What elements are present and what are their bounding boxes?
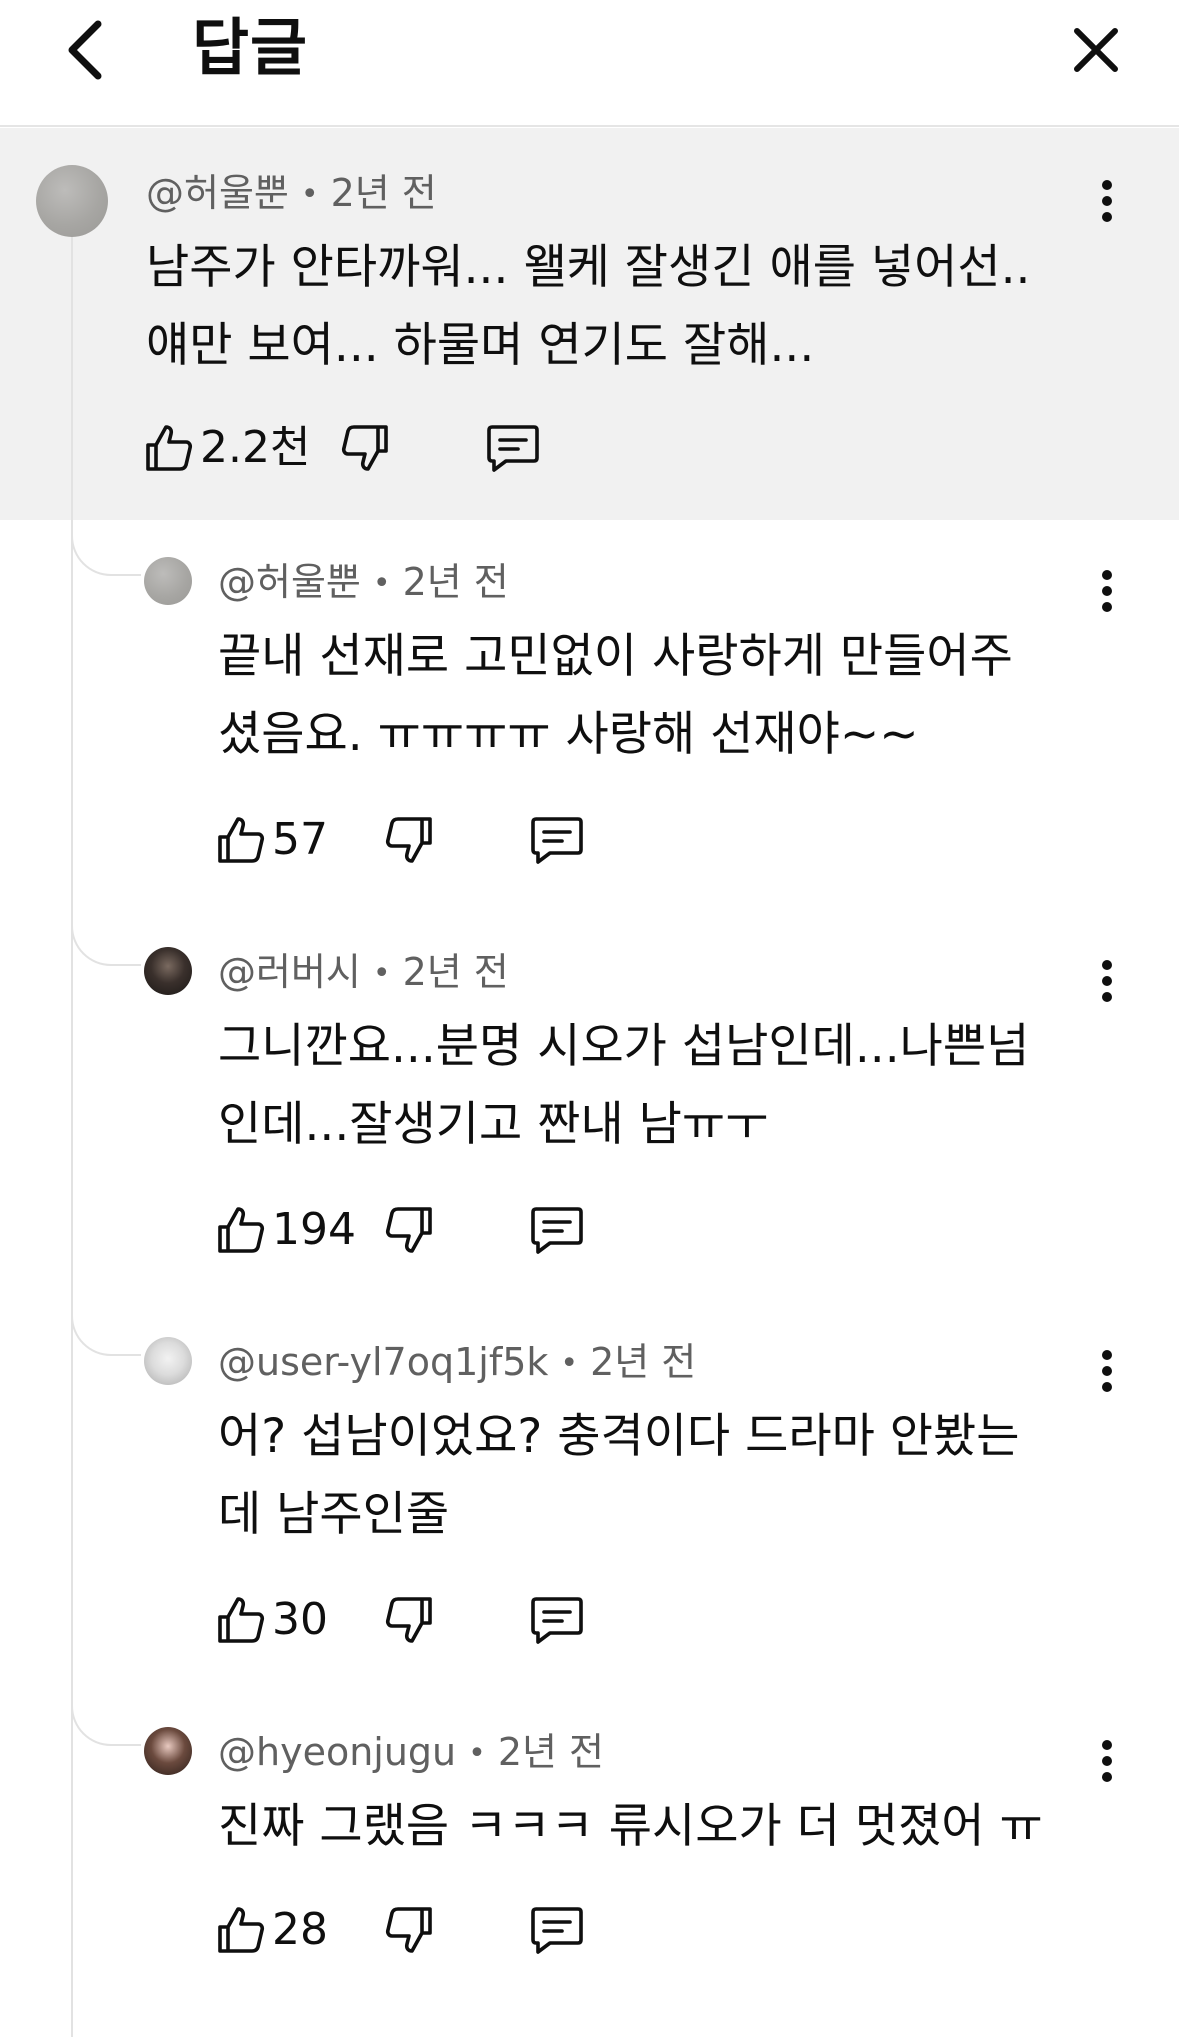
comment-actions: 2.2천 [144,418,744,478]
avatar[interactable] [144,1337,192,1385]
comment-time: 2년 전 [402,950,509,994]
reply-button[interactable] [530,1900,584,1960]
comment-meta: @허울뿐 • 2년 전 [146,171,437,215]
comment-text: 어? 섭남이었요? 충격이다 드라마 안봤는데 남주인줄 [218,1398,1020,1554]
thumbs-down-icon [385,1907,432,1953]
thumbs-down-icon [385,1207,432,1253]
thumbs-up-icon [218,1207,265,1253]
comment-actions: 28 [216,1900,716,1960]
like-count: 30 [272,1594,328,1645]
comment-text: 남주가 안타까워... 왤케 잘생긴 애를 넣어선.. 얘만 보여... 하물며… [146,229,1030,385]
comment-time: 2년 전 [590,1340,697,1384]
comment-text-line: 끝내 선재로 고민없이 사랑하게 만들어주 [218,629,1013,684]
comment-meta: @user-yl7oq1jf5k • 2년 전 [218,1340,697,1384]
comment-time: 2년 전 [402,560,509,604]
thumbs-up-icon [218,1597,265,1643]
avatar[interactable] [36,165,108,237]
comment-icon [487,425,539,472]
comment-actions: 30 [216,1590,716,1650]
reply-button[interactable] [530,1200,584,1260]
dislike-button[interactable] [384,1590,434,1650]
more-vertical-icon [1102,1350,1112,1392]
header: 답글 [0,0,1179,127]
avatar[interactable] [144,557,192,605]
more-button[interactable] [1087,1341,1127,1401]
like-button[interactable]: 194 [216,1200,356,1260]
comment-text: 그니깐요...분명 시오가 섭남인데...나쁜넘인데...잘생기고 짠내 남ㅠㅜ [218,1008,1029,1164]
dislike-button[interactable] [384,1900,434,1960]
comment-text-line: 어? 섭남이었요? 충격이다 드라마 안봤는 [218,1409,1020,1464]
like-count: 57 [272,814,328,865]
comment-text-line: 셨음요. ㅠㅠㅠㅠ 사랑해 선재야~~ [218,707,919,762]
chevron-left-icon [68,20,102,80]
avatar[interactable] [144,1727,192,1775]
close-button[interactable] [1060,10,1132,90]
like-count: 28 [272,1904,328,1955]
comment-text-line: 그니깐요...분명 시오가 섭남인데...나쁜넘 [218,1019,1030,1074]
page-title: 답글 [192,11,309,84]
comment-text: 끝내 선재로 고민없이 사랑하게 만들어주셨음요. ㅠㅠㅠㅠ 사랑해 선재야~~ [218,618,1013,774]
comment-author[interactable]: @허울뿐 [146,171,289,215]
comment-icon [531,817,583,864]
more-button[interactable] [1087,951,1127,1011]
like-count: 2.2천 [200,422,311,473]
more-vertical-icon [1102,180,1112,222]
more-vertical-icon [1102,570,1112,612]
thread-connector [71,926,141,966]
like-count: 194 [272,1204,356,1255]
comment-text-line: 데 남주인줄 [218,1487,450,1542]
comment-author[interactable]: @hyeonjugu [218,1730,456,1774]
thumbs-down-icon [385,1597,432,1643]
dislike-button[interactable] [384,810,434,870]
comment-text-line: 진짜 그랬음 ㅋㅋㅋ 류시오가 더 멋졌어 ㅠ [218,1799,1043,1854]
close-icon [1074,28,1118,72]
avatar[interactable] [144,947,192,995]
thumbs-down-icon [341,425,388,471]
reply-button[interactable] [530,1590,584,1650]
more-button[interactable] [1087,171,1127,231]
comment-text-line: 얘만 보여... 하물며 연기도 잘해... [146,318,815,373]
thumbs-down-icon [385,817,432,863]
comment-actions: 194 [216,1200,716,1260]
more-button[interactable] [1087,561,1127,621]
comment-actions: 57 [216,810,716,870]
reply-button[interactable] [530,810,584,870]
comment-author[interactable]: @러버시 [218,950,361,994]
comment-time: 2년 전 [497,1730,605,1774]
comment-author[interactable]: @허울뿐 [218,560,361,604]
reply-button[interactable] [486,418,540,478]
more-vertical-icon [1102,1740,1112,1782]
more-button[interactable] [1087,1731,1127,1791]
comment-meta: @러버시 • 2년 전 [218,950,509,994]
thumbs-up-icon [218,1907,265,1953]
back-button[interactable] [50,10,120,90]
comment-text-line: 남주가 안타까워... 왤케 잘생긴 애를 넣어선.. [146,240,1031,295]
thread-connector [71,1706,141,1746]
comment-icon [531,1207,583,1254]
like-button[interactable]: 28 [216,1900,328,1960]
comment-meta: @허울뿐 • 2년 전 [218,560,509,604]
like-button[interactable]: 2.2천 [144,418,310,478]
thumbs-up-icon [146,425,193,471]
comment-text: 진짜 그랬음 ㅋㅋㅋ 류시오가 더 멋졌어 ㅠ [218,1788,1043,1866]
thread-connector [71,1316,141,1356]
comment-meta: @hyeonjugu • 2년 전 [218,1730,605,1774]
more-vertical-icon [1102,960,1112,1002]
comment-icon [531,1907,583,1954]
thread-connector [71,536,141,576]
like-button[interactable]: 57 [216,810,328,870]
like-button[interactable]: 30 [216,1590,328,1650]
thumbs-up-icon [218,817,265,863]
comment-time: 2년 전 [330,171,437,215]
comment-author[interactable]: @user-yl7oq1jf5k [218,1340,548,1384]
thread-line [71,236,73,2037]
comment-text-line: 인데...잘생기고 짠내 남ㅠㅜ [218,1097,769,1152]
dislike-button[interactable] [384,1200,434,1260]
dislike-button[interactable] [340,418,390,478]
comment-icon [531,1597,583,1644]
